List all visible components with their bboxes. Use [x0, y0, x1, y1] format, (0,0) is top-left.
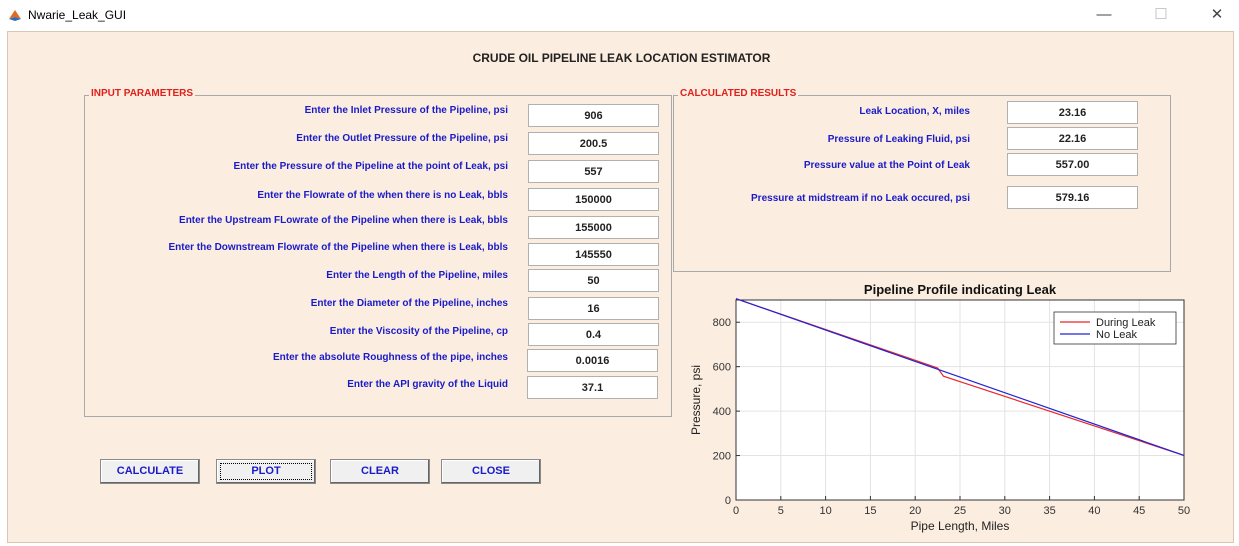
minimize-icon[interactable]: —: [1089, 4, 1119, 26]
plot-button[interactable]: PLOT: [216, 459, 316, 484]
chart-title: Pipeline Profile indicating Leak: [864, 282, 1057, 297]
input-label-flowrate-no-leak: Enter the Flowrate of the when there is …: [257, 190, 508, 201]
window-title: Nwarie_Leak_GUI: [28, 8, 127, 22]
x-tick-label: 5: [778, 505, 784, 517]
results-panel-title: CALCULATED RESULTS: [678, 88, 799, 99]
y-tick-label: 800: [713, 317, 731, 329]
leak-location-output: 23.16: [1007, 101, 1138, 124]
figure-canvas: CRUDE OIL PIPELINE LEAK LOCATION ESTIMAT…: [7, 31, 1234, 543]
y-tick-label: 200: [713, 451, 731, 463]
result-label-leak-point-pressure: Pressure value at the Point of Leak: [803, 160, 970, 171]
length-field[interactable]: 50: [528, 269, 659, 292]
y-tick-label: 0: [725, 495, 731, 507]
x-tick-label: 35: [1043, 505, 1055, 517]
pipeline-profile-chart: 0 5 10 15 20 25 30 35 40 45 50 0 200 400 600 800 Pipelin…: [689, 282, 1190, 533]
input-panel-title: INPUT PARAMETERS: [89, 88, 196, 99]
outlet-pressure-field[interactable]: 200.5: [528, 132, 659, 155]
midstream-pressure-output: 579.16: [1007, 186, 1138, 209]
y-tick-label: 600: [713, 362, 731, 374]
flowrate-no-leak-field[interactable]: 150000: [528, 188, 659, 211]
window-titlebar: Nwarie_Leak_GUI — ☐ ✕: [0, 0, 1239, 30]
x-tick-label: 20: [909, 505, 921, 517]
y-axis-label: Pressure, psi: [689, 365, 703, 435]
x-tick-label: 10: [819, 505, 831, 517]
leaking-fluid-pressure-output: 22.16: [1007, 127, 1138, 150]
upstream-flowrate-field[interactable]: 155000: [528, 216, 659, 239]
calculate-button[interactable]: CALCULATE: [100, 459, 200, 484]
diameter-field[interactable]: 16: [528, 297, 659, 320]
result-label-leaking-fluid-pressure: Pressure of Leaking Fluid, psi: [827, 134, 970, 145]
x-axis-label: Pipe Length, Miles: [911, 519, 1010, 533]
roughness-field[interactable]: 0.0016: [527, 349, 658, 372]
leak-pressure-field[interactable]: 557: [528, 160, 659, 183]
legend-label: During Leak: [1096, 317, 1156, 329]
page-title: CRUDE OIL PIPELINE LEAK LOCATION ESTIMAT…: [472, 51, 771, 65]
input-label-viscosity: Enter the Viscosity of the Pipeline, cp: [329, 326, 508, 337]
close-button[interactable]: CLOSE: [441, 459, 541, 484]
input-label-outlet-pressure: Enter the Outlet Pressure of the Pipelin…: [296, 133, 508, 144]
y-tick-label: 400: [713, 406, 731, 418]
matlab-app-icon: [9, 10, 21, 21]
maximize-icon[interactable]: ☐: [1146, 4, 1176, 26]
clear-button[interactable]: CLEAR: [330, 459, 430, 484]
legend-label: No Leak: [1096, 329, 1137, 341]
input-label-inlet-pressure: Enter the Inlet Pressure of the Pipeline…: [304, 105, 508, 116]
inlet-pressure-field[interactable]: 906: [528, 104, 659, 127]
x-tick-label: 25: [954, 505, 966, 517]
x-tick-label: 45: [1133, 505, 1145, 517]
api-gravity-field[interactable]: 37.1: [527, 376, 658, 399]
input-label-length: Enter the Length of the Pipeline, miles: [326, 270, 508, 281]
x-tick-label: 15: [864, 505, 876, 517]
x-tick-label: 50: [1178, 505, 1190, 517]
x-tick-label: 0: [733, 505, 739, 517]
input-label-roughness: Enter the absolute Roughness of the pipe…: [272, 352, 508, 363]
input-label-diameter: Enter the Diameter of the Pipeline, inch…: [310, 298, 508, 309]
input-label-leak-pressure: Enter the Pressure of the Pipeline at th…: [233, 161, 509, 172]
input-label-api-gravity: Enter the API gravity of the Liquid: [347, 379, 508, 390]
x-tick-label: 40: [1088, 505, 1100, 517]
downstream-flowrate-field[interactable]: 145550: [528, 243, 659, 266]
result-label-midstream-pressure: Pressure at midstream if no Leak occured…: [751, 193, 970, 204]
x-tick-label: 30: [999, 505, 1011, 517]
close-icon[interactable]: ✕: [1202, 4, 1232, 26]
leak-point-pressure-output: 557.00: [1007, 153, 1138, 176]
input-label-downstream-flowrate: Enter the Downstream Flowrate of the Pip…: [168, 242, 508, 253]
result-label-leak-location: Leak Location, X, miles: [859, 106, 970, 117]
input-label-upstream-flowrate: Enter the Upstream FLowrate of the Pipel…: [179, 215, 508, 226]
viscosity-field[interactable]: 0.4: [528, 323, 659, 346]
